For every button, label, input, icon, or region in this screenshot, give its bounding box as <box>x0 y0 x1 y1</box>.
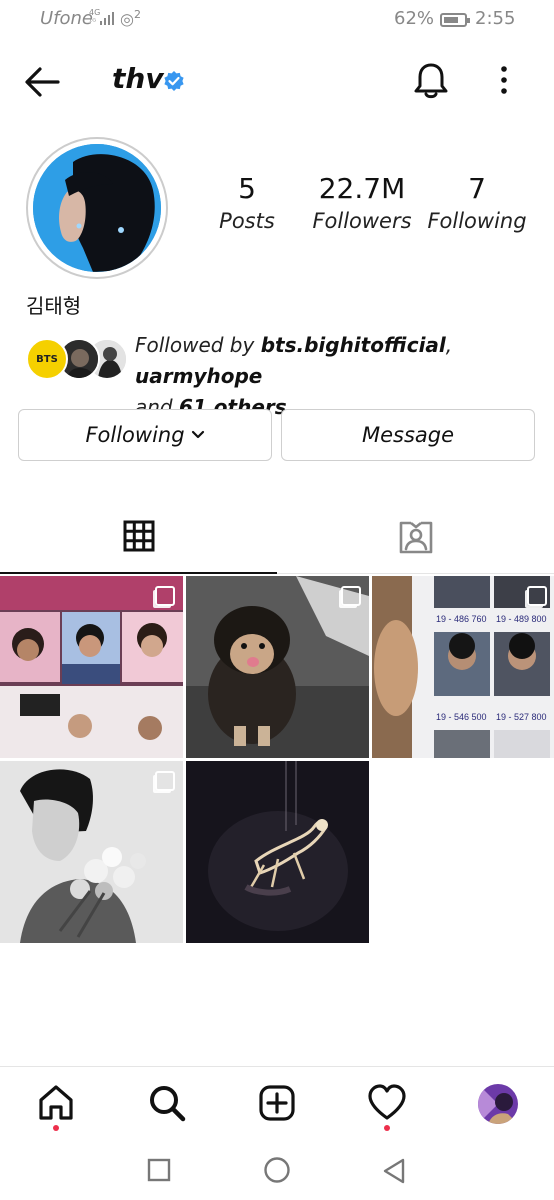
system-navigation-bar <box>0 1144 554 1200</box>
svg-text:19 - 546 500: 19 - 546 500 <box>436 712 487 722</box>
svg-text:19 - 527 800: 19 - 527 800 <box>496 712 547 722</box>
profile-avatar-nav[interactable] <box>478 1084 518 1124</box>
following-stat[interactable]: 7 Following <box>426 172 528 233</box>
tab-posts-grid[interactable] <box>0 500 277 574</box>
following-button-label: Following <box>85 423 185 447</box>
following-count: 7 <box>468 172 486 205</box>
home-circle-icon[interactable] <box>263 1156 291 1184</box>
following-label: Following <box>427 209 527 233</box>
status-bar: Ufone 4G ¹ᴳ ◎2 62% 2:55 <box>0 0 554 40</box>
activity-heart-icon[interactable] <box>367 1083 407 1123</box>
signal-icon <box>100 11 116 25</box>
message-button[interactable]: Message <box>281 409 535 461</box>
profile-avatar <box>33 144 161 272</box>
activity-notification-dot <box>384 1125 390 1131</box>
bell-icon[interactable] <box>412 60 450 100</box>
battery-percent: 62% <box>394 8 435 29</box>
followed-by-user-2[interactable]: uarmyhope <box>135 364 262 388</box>
mutual-avatar-bts: BTS <box>26 338 68 380</box>
new-post-icon[interactable] <box>257 1083 297 1123</box>
recents-square-icon[interactable] <box>147 1158 171 1182</box>
followed-by-user-1[interactable]: bts.bighitofficial <box>261 333 446 357</box>
chevron-down-icon <box>191 430 204 439</box>
carousel-icon <box>155 586 175 606</box>
grid-icon <box>123 520 154 552</box>
network-type: 4G ¹ᴳ <box>89 8 101 26</box>
carousel-icon <box>155 771 175 791</box>
clock: 2:55 <box>475 8 516 29</box>
carousel-icon <box>527 586 547 606</box>
carrier-name: Ufone <box>40 8 94 29</box>
posts-label: Posts <box>219 209 275 233</box>
tagged-icon <box>399 521 432 553</box>
profile-tabs <box>0 500 554 574</box>
posts-stat[interactable]: 5 Posts <box>218 172 276 233</box>
bts-badge-text: BTS <box>36 353 58 365</box>
post-2[interactable] <box>186 576 369 758</box>
bottom-navigation <box>0 1066 554 1144</box>
verified-badge-icon <box>164 71 184 91</box>
message-button-label: Message <box>361 423 455 447</box>
post-4[interactable] <box>0 761 183 943</box>
search-icon[interactable] <box>147 1083 187 1123</box>
profile-username: thv <box>112 62 164 95</box>
profile-avatar-ring[interactable] <box>26 137 168 279</box>
followers-count: 22.7M <box>318 172 406 205</box>
back-arrow-icon[interactable] <box>22 62 62 102</box>
home-notification-dot <box>53 1125 59 1131</box>
post-1[interactable] <box>0 576 183 758</box>
more-options-icon[interactable] <box>494 64 514 98</box>
profile-full-name: 김태형 <box>26 294 82 318</box>
hotspot-icon: ◎2 <box>120 8 141 29</box>
mutual-followers-avatars[interactable]: BTS <box>26 338 128 382</box>
followers-label: Followers <box>312 209 412 233</box>
post-5-image <box>186 761 369 943</box>
battery-icon <box>440 13 470 27</box>
svg-text:19 - 489 800: 19 - 489 800 <box>496 614 547 624</box>
home-icon[interactable] <box>36 1083 76 1123</box>
post-3[interactable]: 19 - 486 760 19 - 489 800 19 - 546 500 1… <box>372 576 554 758</box>
followers-stat[interactable]: 22.7M Followers <box>311 172 413 233</box>
posts-count: 5 <box>238 172 256 205</box>
tab-tagged[interactable] <box>277 500 554 574</box>
back-triangle-icon[interactable] <box>382 1158 406 1184</box>
carousel-icon <box>341 586 361 606</box>
post-5[interactable] <box>186 761 369 943</box>
svg-text:19 - 486 760: 19 - 486 760 <box>436 614 487 624</box>
profile-header: thv <box>0 50 554 114</box>
following-button[interactable]: Following <box>18 409 272 461</box>
